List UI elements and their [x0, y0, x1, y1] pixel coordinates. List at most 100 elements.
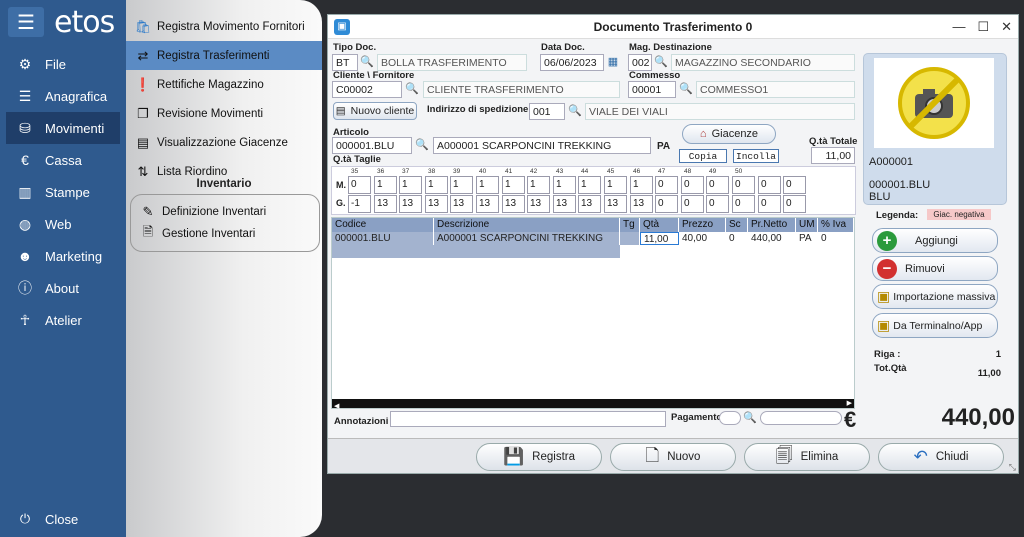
- size-m-cell[interactable]: 1: [553, 176, 576, 194]
- search-icon[interactable]: 🔍: [742, 410, 758, 427]
- size-g-cell[interactable]: 13: [527, 195, 550, 213]
- calendar-icon[interactable]: ▦: [605, 54, 621, 71]
- size-g-cell[interactable]: -1: [348, 195, 371, 213]
- col-descrizione[interactable]: Descrizione: [434, 218, 620, 232]
- minimize-icon[interactable]: —: [952, 19, 965, 35]
- horizontal-scrollbar[interactable]: ◀ ▶: [332, 399, 854, 410]
- size-m-cell[interactable]: 1: [399, 176, 422, 194]
- col-iva[interactable]: % Iva: [818, 218, 854, 232]
- size-g-cell[interactable]: 0: [732, 195, 755, 213]
- table-row-empty[interactable]: [332, 245, 620, 258]
- nuovo-button[interactable]: 🗋 Nuovo: [610, 443, 736, 471]
- size-m-cell[interactable]: 0: [758, 176, 781, 194]
- size-g-cell[interactable]: 13: [450, 195, 473, 213]
- annotazioni-field[interactable]: [390, 411, 666, 427]
- submenu-gestione-inventari[interactable]: 🗎 Gestione Inventari: [131, 223, 319, 245]
- close-button[interactable]: ⏻ Close: [14, 511, 78, 527]
- search-icon[interactable]: 🔍: [653, 54, 669, 71]
- search-icon[interactable]: 🔍: [678, 81, 694, 98]
- size-g-cell[interactable]: 13: [553, 195, 576, 213]
- search-icon[interactable]: 🔍: [414, 137, 430, 154]
- search-icon[interactable]: 🔍: [567, 103, 583, 120]
- size-m-cell[interactable]: 1: [578, 176, 601, 194]
- size-m-cell[interactable]: 1: [527, 176, 550, 194]
- mag-code-field[interactable]: 002: [628, 54, 652, 71]
- col-prnetto[interactable]: Pr.Netto: [748, 218, 796, 232]
- size-g-cell[interactable]: 13: [604, 195, 627, 213]
- submenu-visualizzazione-giacenze[interactable]: ▤ Visualizzazione Giacenze: [126, 128, 322, 157]
- size-g-cell[interactable]: 13: [502, 195, 525, 213]
- size-m-cell[interactable]: 0: [655, 176, 678, 194]
- resize-grip-icon[interactable]: ⤡: [1009, 462, 1016, 473]
- size-g-cell[interactable]: 13: [399, 195, 422, 213]
- cell-sc[interactable]: 0: [726, 232, 748, 245]
- size-m-cell[interactable]: 0: [348, 176, 371, 194]
- size-g-cell[interactable]: 13: [476, 195, 499, 213]
- col-tg[interactable]: Tg: [620, 218, 640, 232]
- elimina-button[interactable]: 🗐 Elimina: [744, 443, 870, 471]
- submenu-revisione-movimenti[interactable]: ❐ Revisione Movimenti: [126, 99, 322, 128]
- giacenze-button[interactable]: ⌂ Giacenze: [682, 124, 776, 144]
- incolla-button[interactable]: Incolla: [733, 149, 779, 163]
- size-g-cell[interactable]: 13: [630, 195, 653, 213]
- cliente-code-field[interactable]: C00002: [332, 81, 402, 98]
- col-qta[interactable]: Qtà: [640, 218, 679, 232]
- size-m-cell[interactable]: 0: [706, 176, 729, 194]
- pagamento-code-field[interactable]: [719, 411, 741, 425]
- size-g-cell[interactable]: 0: [783, 195, 806, 213]
- cell-prnetto[interactable]: 440,00: [748, 232, 796, 245]
- search-icon[interactable]: 🔍: [359, 54, 375, 71]
- submenu-registra-fornitori[interactable]: 🛍 Registra Movimento Fornitori: [126, 12, 322, 41]
- size-m-cell[interactable]: 1: [604, 176, 627, 194]
- col-um[interactable]: UM: [796, 218, 818, 232]
- col-codice[interactable]: Codice: [332, 218, 434, 232]
- aggiungi-button[interactable]: + Aggiungi: [872, 228, 998, 253]
- chiudi-button[interactable]: ↶ Chiudi: [878, 443, 1004, 471]
- scroll-right-icon[interactable]: ▶: [847, 399, 852, 407]
- nav-item-marketing[interactable]: ☻ Marketing: [0, 240, 126, 272]
- importazione-massiva-button[interactable]: ▣ Importazione massiva: [872, 284, 998, 309]
- col-sc[interactable]: Sc: [726, 218, 748, 232]
- table-row[interactable]: 000001.BLU A000001 SCARPONCINI TREKKING …: [332, 232, 854, 245]
- scroll-left-icon[interactable]: ◀: [332, 403, 339, 410]
- size-m-cell[interactable]: 0: [681, 176, 704, 194]
- nav-item-cassa[interactable]: € Cassa: [0, 144, 126, 176]
- size-m-cell[interactable]: 1: [630, 176, 653, 194]
- registra-button[interactable]: 💾 Registra: [476, 443, 602, 471]
- indirizzo-code-field[interactable]: 001: [529, 103, 565, 120]
- rimuovi-button[interactable]: − Rimuovi: [872, 256, 998, 281]
- articolo-desc-field[interactable]: A000001 SCARPONCINI TREKKING: [433, 137, 651, 154]
- size-m-cell[interactable]: 1: [476, 176, 499, 194]
- cell-prezzo[interactable]: 40,00: [679, 232, 726, 245]
- maximize-icon[interactable]: ☐: [977, 19, 989, 35]
- size-g-cell[interactable]: 0: [758, 195, 781, 213]
- nav-item-web[interactable]: ◍ Web: [0, 208, 126, 240]
- copia-button[interactable]: Copia: [679, 149, 727, 163]
- nav-item-stampe[interactable]: ▥ Stampe: [0, 176, 126, 208]
- size-g-cell[interactable]: 0: [706, 195, 729, 213]
- size-m-cell[interactable]: 1: [450, 176, 473, 194]
- nav-item-anagrafica[interactable]: ☰ Anagrafica: [0, 80, 126, 112]
- size-m-cell[interactable]: 1: [425, 176, 448, 194]
- cell-um[interactable]: PA: [796, 232, 818, 245]
- search-icon[interactable]: 🔍: [404, 81, 420, 98]
- size-m-cell[interactable]: 1: [502, 176, 525, 194]
- cell-qta[interactable]: 11,00: [640, 232, 679, 245]
- size-m-cell[interactable]: 0: [783, 176, 806, 194]
- size-g-cell[interactable]: 13: [374, 195, 397, 213]
- size-g-cell[interactable]: 13: [425, 195, 448, 213]
- size-m-cell[interactable]: 0: [732, 176, 755, 194]
- close-icon[interactable]: ✕: [1001, 19, 1012, 35]
- nav-item-file[interactable]: ⚙ File: [0, 48, 126, 80]
- hamburger-menu-icon[interactable]: ☰: [8, 7, 44, 37]
- tipo-doc-code-field[interactable]: BT: [332, 54, 358, 71]
- cell-iva[interactable]: 0: [818, 232, 854, 245]
- size-m-cell[interactable]: 1: [374, 176, 397, 194]
- col-prezzo[interactable]: Prezzo: [679, 218, 726, 232]
- size-g-cell[interactable]: 0: [681, 195, 704, 213]
- terminalino-button[interactable]: ▣ Da Terminalno/App: [872, 313, 998, 338]
- nuovo-cliente-button[interactable]: ▤ Nuovo cliente: [333, 102, 417, 120]
- size-g-cell[interactable]: 13: [578, 195, 601, 213]
- submenu-definizione-inventari[interactable]: ✎ Definizione Inventari: [131, 201, 319, 223]
- nav-item-atelier[interactable]: ☥ Atelier: [0, 304, 126, 336]
